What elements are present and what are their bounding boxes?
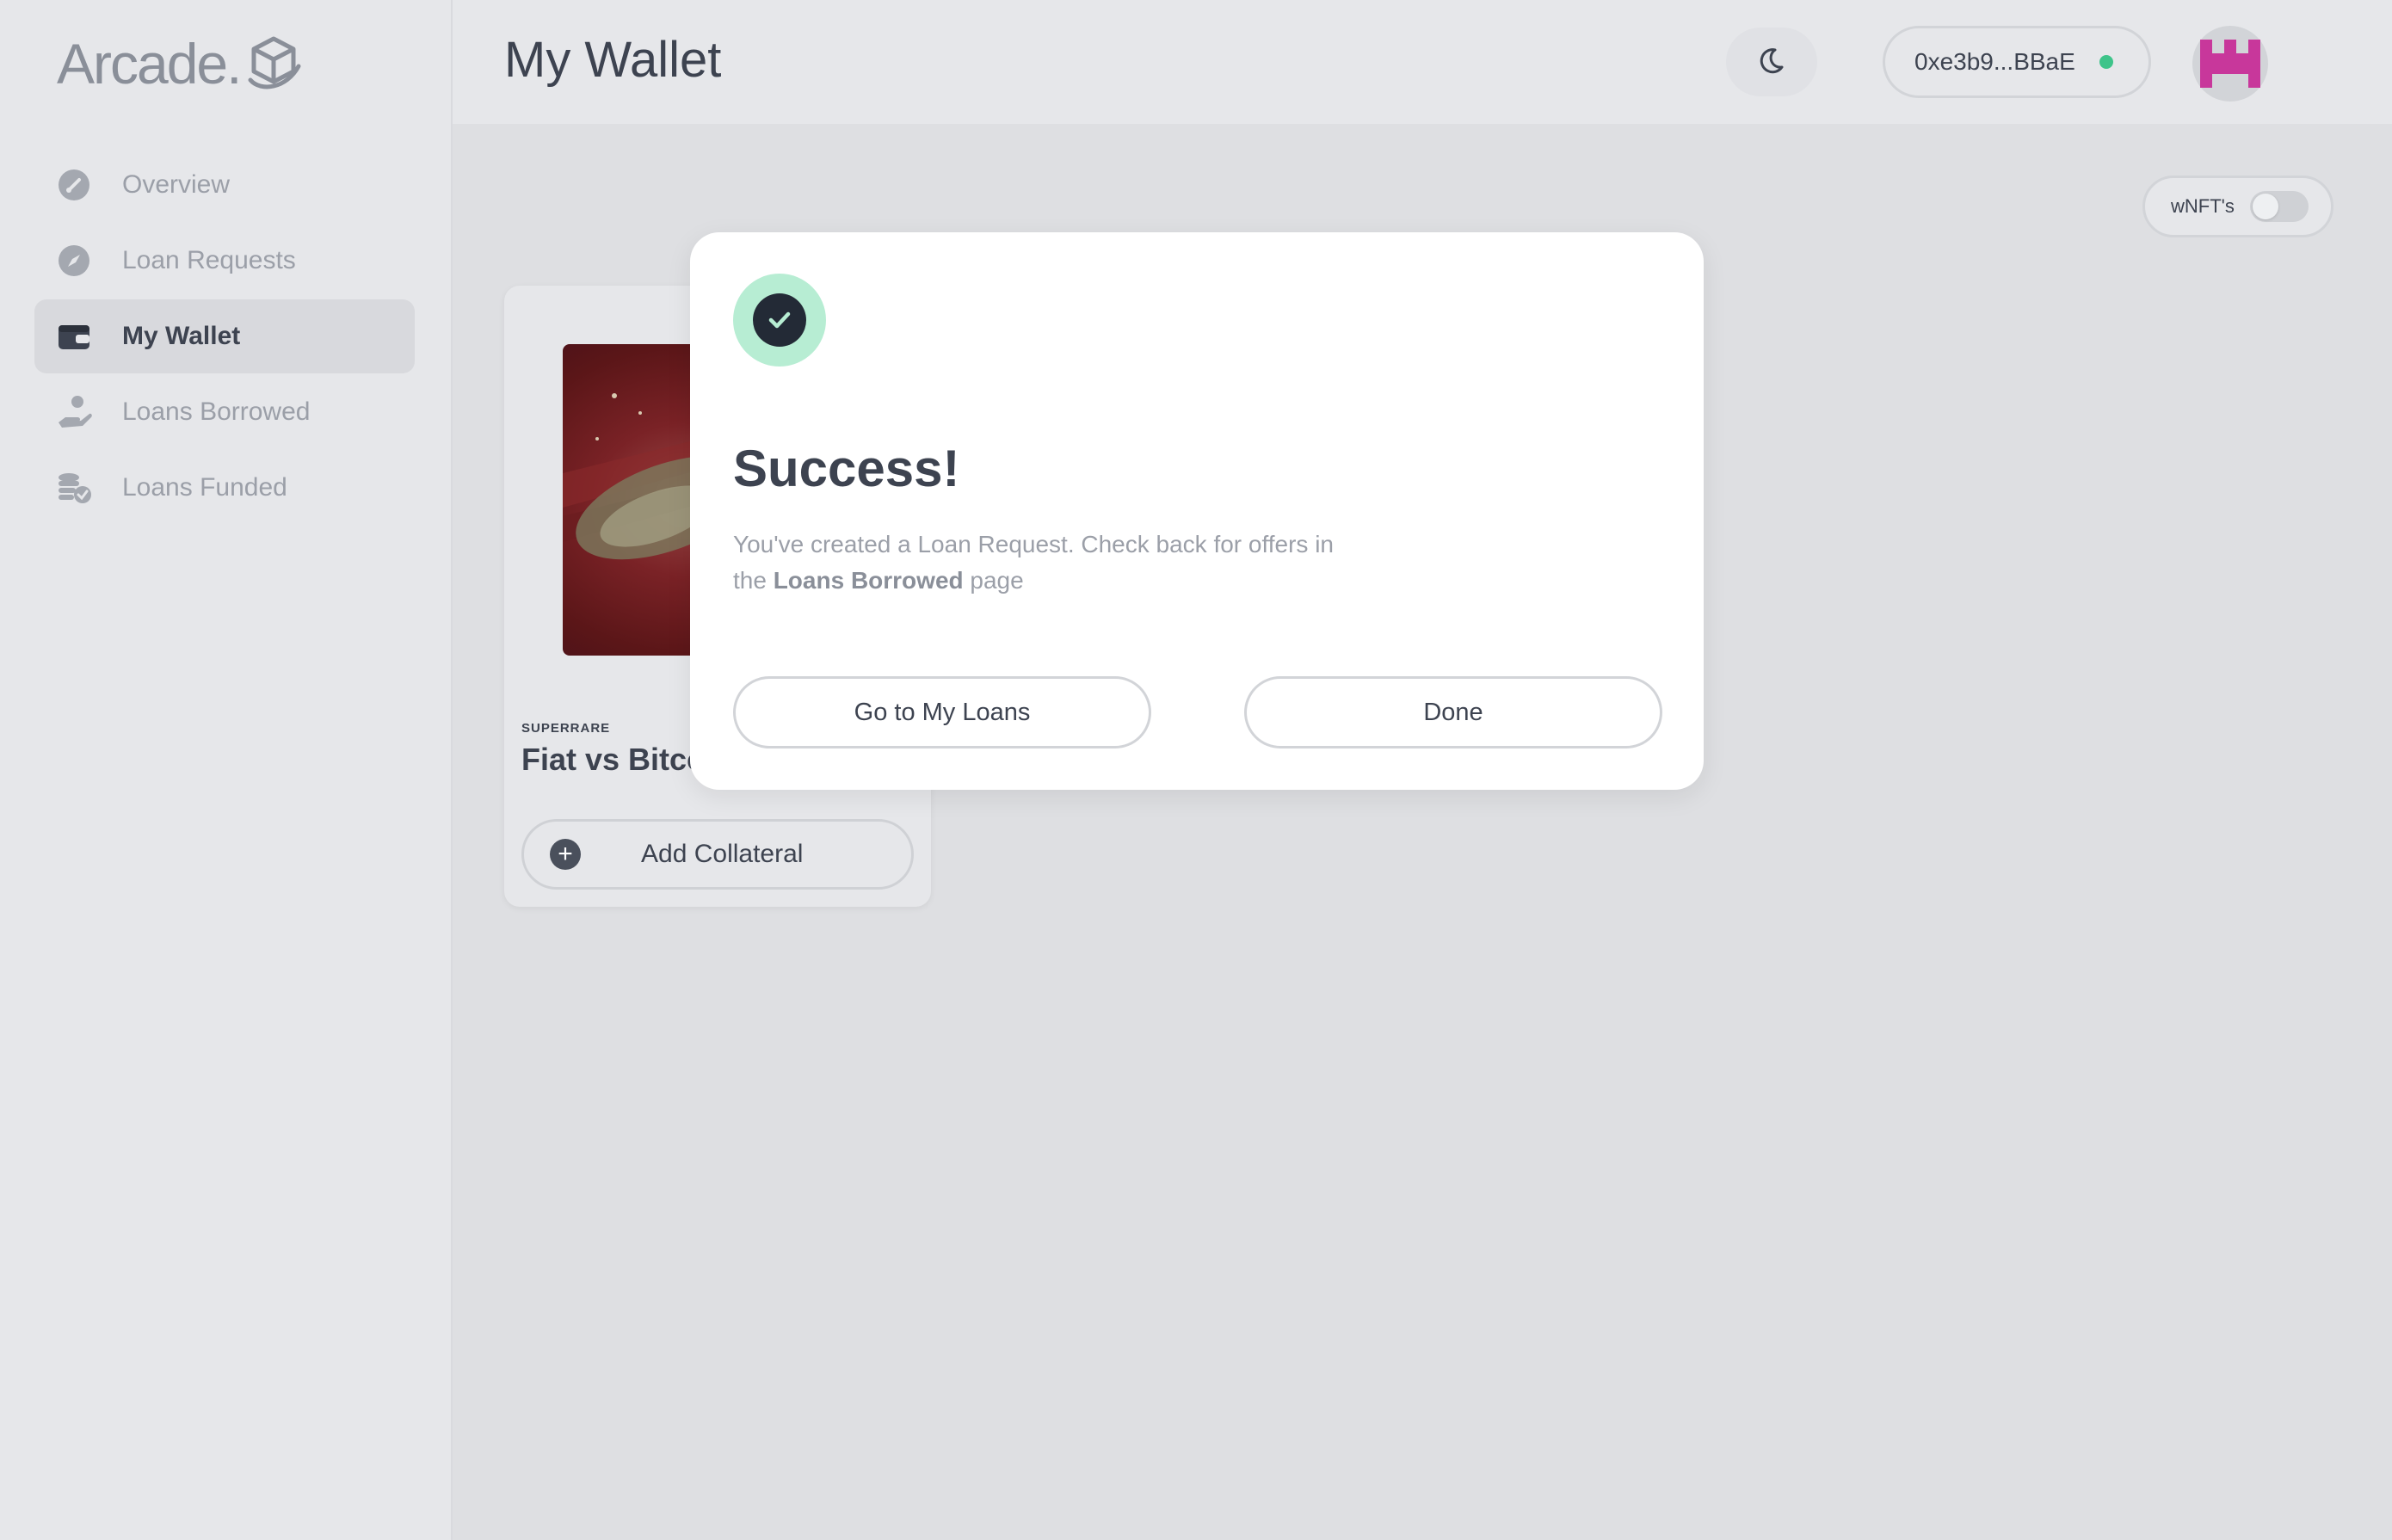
top-header: My Wallet 0xe3b9...BBaE [453,0,2392,124]
sidebar-item-label: Overview [122,170,231,199]
done-button[interactable]: Done [1244,676,1662,748]
modal-message: You've created a Loan Request. Check bac… [733,527,1335,599]
nft-title: Fiat vs Bitco [521,742,694,777]
add-collateral-button[interactable]: + Add Collateral [521,819,914,890]
sidebar-item-overview[interactable]: Overview [34,148,415,222]
modal-message-suffix: page [963,567,1024,594]
wnft-label: wNFT's [2171,195,2235,217]
modal-title: Success! [733,440,960,497]
arcade-logo[interactable]: Arcade. [57,31,304,96]
coins-check-icon [55,469,93,507]
wallet-address-button[interactable]: 0xe3b9...BBaE [1883,26,2151,98]
wallet-icon [55,317,93,355]
gauge-icon [55,166,93,204]
sidebar-item-loans-borrowed[interactable]: Loans Borrowed [34,375,415,449]
sidebar-item-loan-requests[interactable]: Loan Requests [34,224,415,298]
go-to-my-loans-button[interactable]: Go to My Loans [733,676,1151,748]
cube-logo-icon [244,32,304,96]
dark-mode-toggle[interactable] [1726,28,1817,96]
sidebar-item-label: Loans Borrowed [122,397,311,426]
moon-icon [1756,45,1787,80]
sidebar-item-label: Loans Funded [122,473,287,502]
switch-knob [2252,194,2278,219]
hand-coin-icon [55,393,93,431]
add-collateral-label: Add Collateral [641,840,804,868]
sidebar-item-label: Loan Requests [122,246,296,274]
connected-status-dot [2099,55,2113,69]
sidebar-nav: Overview Loan Requests My Wallet Loans B… [34,148,415,527]
success-badge [733,274,826,367]
success-modal: Success! You've created a Loan Request. … [690,232,1704,790]
avatar[interactable] [2192,26,2268,102]
sidebar-item-loans-funded[interactable]: Loans Funded [34,451,415,525]
wnft-switch[interactable] [2249,191,2309,222]
plus-circle-icon: + [550,839,581,870]
sidebar: Arcade. Overview Loan Requests My Wallet… [0,0,453,1540]
nft-collection-name: SUPERRARE [521,721,611,736]
check-circle-icon [753,293,806,347]
sidebar-item-my-wallet[interactable]: My Wallet [34,299,415,373]
modal-message-link-text: Loans Borrowed [773,567,964,594]
avatar-castle-icon [2200,40,2260,88]
wallet-address: 0xe3b9...BBaE [1914,48,2075,75]
logo-text: Arcade. [57,32,242,95]
wnft-filter-toggle[interactable]: wNFT's [2142,176,2333,237]
sidebar-item-label: My Wallet [122,322,241,350]
compass-icon [55,242,93,280]
page-title: My Wallet [504,32,722,88]
